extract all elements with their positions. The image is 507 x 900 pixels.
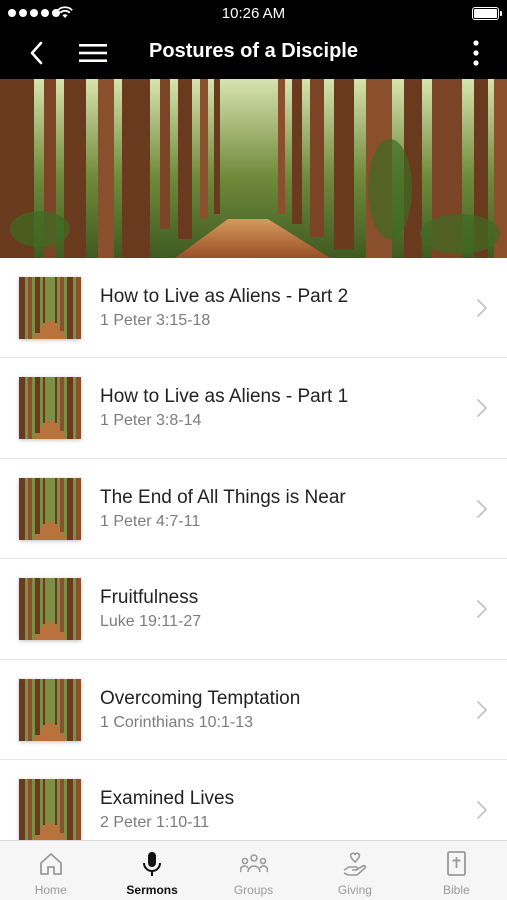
tab-label: Sermons [126, 883, 178, 897]
sermon-title: Fruitfulness [100, 587, 199, 609]
tab-label: Bible [442, 883, 470, 897]
tab-home[interactable]: Home [0, 841, 101, 900]
microphone-icon [143, 852, 162, 876]
giving-hand-icon [343, 852, 367, 876]
sermon-title: Examined Lives [100, 787, 235, 809]
series-banner-image [0, 79, 507, 258]
battery-icon [472, 7, 502, 20]
status-time: 10:26 AM [221, 5, 286, 22]
sermon-list-item[interactable]: How to Live as Aliens - Part 1 1 Peter 3:… [0, 358, 507, 459]
sermon-title: The End of All Things is Near [100, 486, 346, 508]
sermon-title: How to Live as Aliens - Part 2 [100, 286, 349, 307]
sermon-scripture-reference: 1 Corinthians 10:1-13 [100, 713, 253, 731]
sermon-list-item[interactable]: The End of All Things is Near 1 Peter 4:7… [0, 459, 507, 560]
sermon-scripture-reference: 2 Peter 1:10-11 [100, 813, 210, 831]
chevron-right-icon [477, 299, 487, 317]
sermon-scripture-reference: Luke 19:11-27 [100, 613, 202, 631]
sermon-thumbnail [19, 778, 81, 841]
chevron-right-icon [477, 399, 487, 418]
sermon-thumbnail [19, 477, 81, 540]
tab-giving[interactable]: Giving [304, 841, 405, 900]
status-bar: 10:26 AM [0, 0, 507, 28]
sermon-thumbnail [19, 277, 81, 339]
sermon-list: How to Live as Aliens - Part 2 1 Peter 3:… [0, 258, 507, 861]
chevron-right-icon [477, 801, 487, 819]
tab-label: Giving [337, 883, 372, 897]
tab-sermons[interactable]: Sermons [101, 841, 202, 900]
sermon-scripture-reference: 1 Peter 3:8-14 [100, 412, 202, 430]
bible-icon [447, 851, 467, 876]
sermon-thumbnail [19, 578, 81, 641]
chevron-right-icon [477, 600, 487, 619]
tab-label: Home [34, 883, 67, 897]
chevron-right-icon [477, 499, 487, 518]
sermon-thumbnail [19, 678, 81, 741]
groups-icon [239, 854, 268, 873]
tab-label: Groups [233, 883, 274, 897]
chevron-right-icon [477, 700, 487, 719]
sermon-scripture-reference: 1 Peter 3:15-18 [100, 312, 211, 329]
more-vertical-icon[interactable] [471, 39, 481, 67]
tab-bar: Home Sermons Groups Giving Bible [0, 840, 507, 900]
sermon-thumbnail [19, 377, 81, 440]
home-icon [39, 853, 62, 875]
sermon-title: How to Live as Aliens - Part 1 [100, 386, 349, 408]
tab-bible[interactable]: Bible [406, 841, 507, 900]
sermon-list-item[interactable]: Overcoming Temptation 1 Corinthians 10:1-… [0, 660, 507, 760]
sermon-scripture-reference: 1 Peter 4:7-11 [100, 512, 201, 530]
sermon-list-item[interactable]: How to Live as Aliens - Part 2 1 Peter 3:… [0, 258, 507, 359]
tab-groups[interactable]: Groups [203, 841, 304, 900]
sermon-list-item[interactable]: Fruitfulness Luke 19:11-27 [0, 559, 507, 660]
nav-bar: Postures of a Disciple [0, 28, 507, 79]
sermon-title: Overcoming Temptation [100, 687, 301, 709]
page-title: Postures of a Disciple [149, 40, 358, 62]
